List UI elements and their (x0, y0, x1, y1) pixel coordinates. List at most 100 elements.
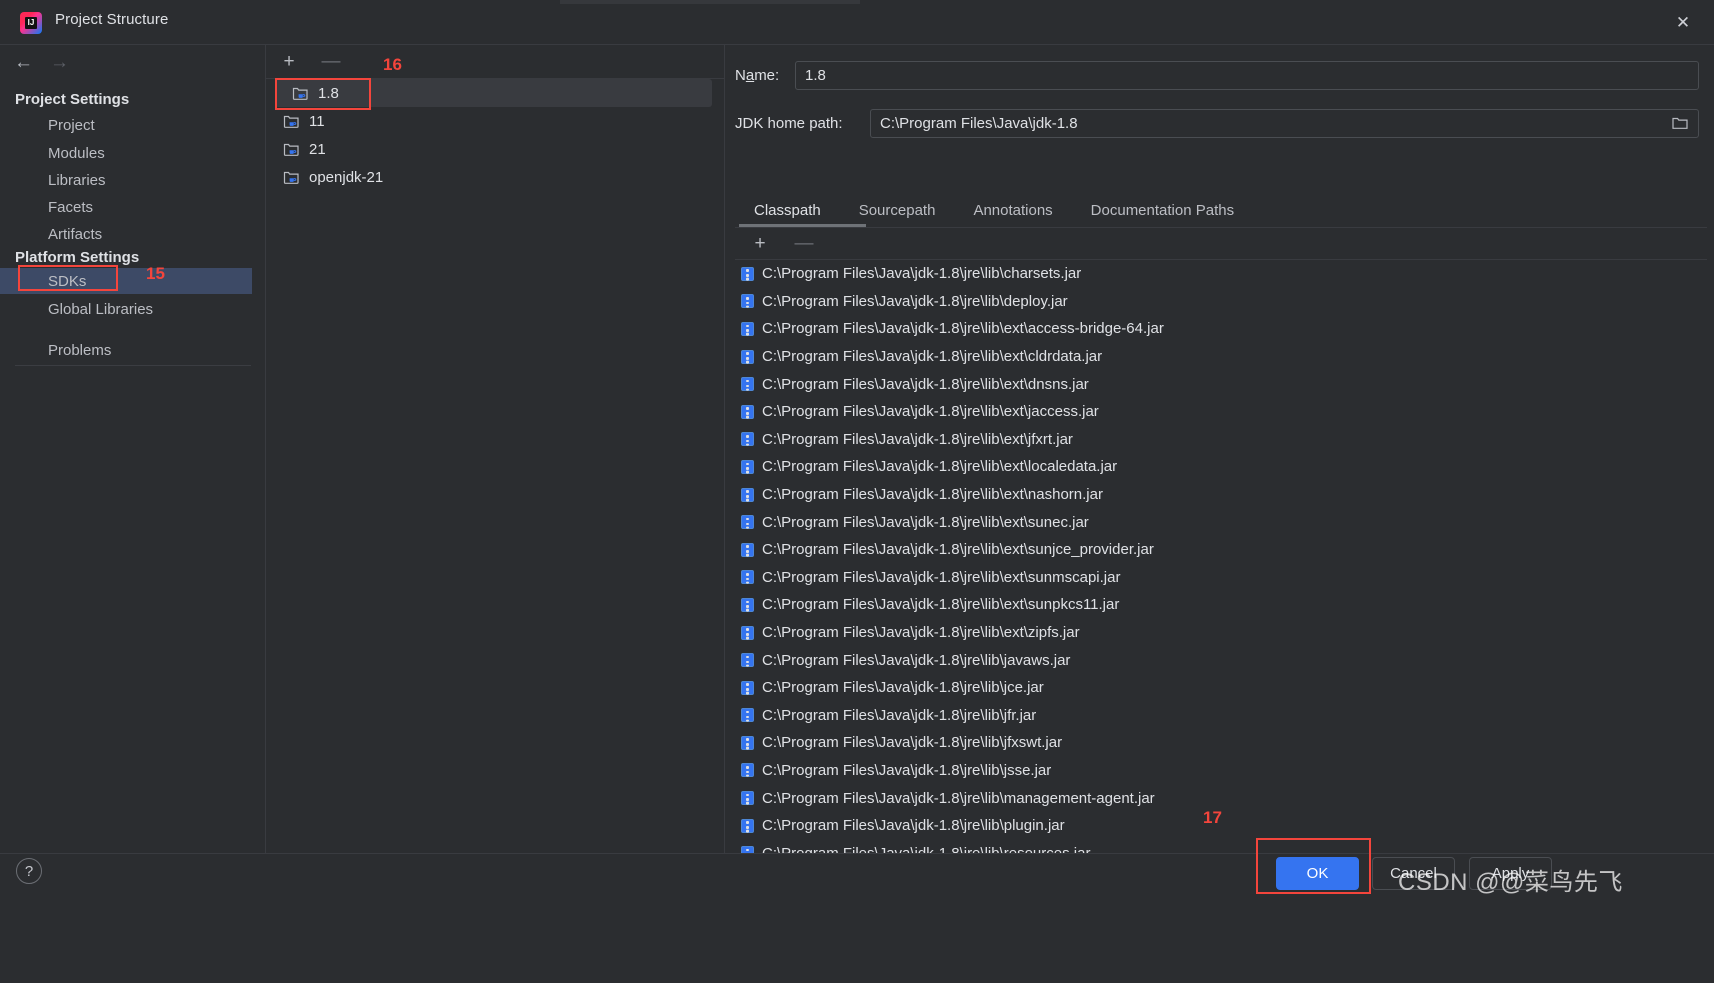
classpath-entry-path: C:\Program Files\Java\jdk-1.8\jre\lib\ex… (762, 624, 1080, 642)
sidebar-item-label: Modules (48, 144, 105, 162)
jar-file-icon (741, 542, 754, 557)
annotation-15: 15 (146, 264, 165, 283)
sdk-list-item-openjdk-21[interactable]: openjdk-21 (266, 163, 725, 191)
classpath-list[interactable]: C:\Program Files\Java\jdk-1.8\jre\lib\ch… (735, 260, 1707, 889)
classpath-entry-path: C:\Program Files\Java\jdk-1.8\jre\lib\jf… (762, 734, 1063, 752)
classpath-entry-row[interactable]: C:\Program Files\Java\jdk-1.8\jre\lib\ex… (735, 315, 1707, 343)
sdk-name: openjdk-21 (309, 168, 384, 186)
tab-sourcepath[interactable]: Sourcepath (840, 193, 955, 227)
classpath-entry-row[interactable]: C:\Program Files\Java\jdk-1.8\jre\lib\ex… (735, 481, 1707, 509)
window-top-shadow (560, 0, 860, 4)
sidebar-item-sdks[interactable]: SDKs (0, 268, 252, 294)
tab-annotations[interactable]: Annotations (954, 193, 1071, 227)
watermark: CSDN @@菜鸟先飞 (1398, 869, 1623, 896)
sdk-list: 1.8 11 21 openjdk-21 (266, 79, 725, 191)
tab-documentation-paths[interactable]: Documentation Paths (1072, 193, 1253, 227)
close-icon[interactable]: ✕ (1662, 7, 1704, 37)
jar-file-icon (741, 597, 754, 612)
sdk-list-item-21[interactable]: 21 (266, 135, 725, 163)
classpath-entry-row[interactable]: C:\Program Files\Java\jdk-1.8\jre\lib\jf… (735, 729, 1707, 757)
sidebar-item-artifacts[interactable]: Artifacts (0, 221, 266, 247)
remove-classpath-entry-button[interactable]: — (791, 231, 817, 255)
jdk-folder-icon (283, 141, 300, 157)
sidebar-item-modules[interactable]: Modules (0, 140, 266, 166)
classpath-entry-path: C:\Program Files\Java\jdk-1.8\jre\lib\ex… (762, 513, 1089, 531)
remove-sdk-button[interactable]: — (318, 50, 344, 74)
name-label: Name: (735, 67, 780, 84)
classpath-entry-row[interactable]: C:\Program Files\Java\jdk-1.8\jre\lib\ex… (735, 536, 1707, 564)
classpath-entry-row[interactable]: C:\Program Files\Java\jdk-1.8\jre\lib\ex… (735, 453, 1707, 481)
classpath-entry-row[interactable]: C:\Program Files\Java\jdk-1.8\jre\lib\jf… (735, 702, 1707, 730)
classpath-entry-path: C:\Program Files\Java\jdk-1.8\jre\lib\ex… (762, 486, 1103, 504)
classpath-entry-row[interactable]: C:\Program Files\Java\jdk-1.8\jre\lib\ex… (735, 370, 1707, 398)
sidebar-item-project[interactable]: Project (0, 112, 266, 138)
help-button[interactable]: ? (16, 858, 42, 884)
classpath-entry-path: C:\Program Files\Java\jdk-1.8\jre\lib\ex… (762, 430, 1073, 448)
folder-icon[interactable] (1672, 116, 1688, 133)
classpath-entry-row[interactable]: C:\Program Files\Java\jdk-1.8\jre\lib\ja… (735, 646, 1707, 674)
navigation-arrows: ← → (14, 53, 69, 72)
tab-classpath[interactable]: Classpath (735, 193, 840, 227)
sdk-name-value: 1.8 (805, 67, 826, 84)
sidebar-item-label: SDKs (48, 272, 87, 290)
jar-file-icon (741, 432, 754, 447)
sdk-name-input[interactable]: 1.8 (795, 61, 1699, 90)
classpath-entry-row[interactable]: C:\Program Files\Java\jdk-1.8\jre\lib\ch… (735, 260, 1707, 288)
classpath-entry-path: C:\Program Files\Java\jdk-1.8\jre\lib\ex… (762, 568, 1121, 586)
sidebar-item-label: Global Libraries (48, 300, 154, 318)
arrow-left-icon[interactable]: ← (14, 53, 33, 72)
sdk-name: 11 (309, 112, 325, 130)
sdk-detail-panel: Name: 1.8 JDK home path: C:\Program File… (725, 45, 1714, 889)
classpath-entry-path: C:\Program Files\Java\jdk-1.8\jre\lib\js… (762, 761, 1052, 779)
classpath-entry-path: C:\Program Files\Java\jdk-1.8\jre\lib\ch… (762, 265, 1082, 283)
jdk-home-path-input[interactable]: C:\Program Files\Java\jdk-1.8 (870, 109, 1699, 138)
sidebar-item-facets[interactable]: Facets (0, 194, 266, 220)
classpath-entry-path: C:\Program Files\Java\jdk-1.8\jre\lib\ma… (762, 789, 1155, 807)
arrow-right-icon[interactable]: → (50, 53, 69, 72)
jdk-home-path-value: C:\Program Files\Java\jdk-1.8 (880, 115, 1078, 132)
sdk-name: 1.8 (318, 84, 339, 102)
classpath-entry-row[interactable]: C:\Program Files\Java\jdk-1.8\jre\lib\ex… (735, 508, 1707, 536)
sdk-list-item-11[interactable]: 11 (266, 107, 725, 135)
classpath-entry-row[interactable]: C:\Program Files\Java\jdk-1.8\jre\lib\ex… (735, 426, 1707, 454)
classpath-entry-path: C:\Program Files\Java\jdk-1.8\jre\lib\de… (762, 292, 1068, 310)
classpath-entry-row[interactable]: C:\Program Files\Java\jdk-1.8\jre\lib\de… (735, 288, 1707, 316)
jar-file-icon (741, 818, 754, 833)
sdk-list-toolbar: + — (266, 45, 725, 79)
classpath-entry-path: C:\Program Files\Java\jdk-1.8\jre\lib\ex… (762, 375, 1089, 393)
classpath-entry-path: C:\Program Files\Java\jdk-1.8\jre\lib\ex… (762, 541, 1154, 559)
classpath-entry-row[interactable]: C:\Program Files\Java\jdk-1.8\jre\lib\js… (735, 757, 1707, 785)
jar-file-icon (741, 459, 754, 474)
name-field-row: Name: 1.8 (735, 61, 1699, 90)
jar-file-icon (741, 680, 754, 695)
sidebar-item-problems[interactable]: Problems (0, 337, 266, 363)
classpath-entry-row[interactable]: C:\Program Files\Java\jdk-1.8\jre\lib\ex… (735, 398, 1707, 426)
sdk-list-item-1-8[interactable]: 1.8 (275, 79, 712, 107)
classpath-entry-path: C:\Program Files\Java\jdk-1.8\jre\lib\ja… (762, 651, 1071, 669)
jdk-folder-icon (283, 113, 300, 129)
group-title-project-settings: Project Settings (15, 91, 130, 108)
sdk-list-panel: + — 1.8 11 21 openjdk-21 (266, 45, 725, 853)
jdk-folder-icon (292, 85, 309, 101)
sidebar-item-label: Problems (48, 341, 112, 359)
jar-file-icon (741, 377, 754, 392)
classpath-entry-row[interactable]: C:\Program Files\Java\jdk-1.8\jre\lib\ex… (735, 591, 1707, 619)
jar-file-icon (741, 708, 754, 723)
title-bar: IJ Project Structure ✕ (0, 0, 1714, 45)
jar-file-icon (741, 404, 754, 419)
classpath-entry-row[interactable]: C:\Program Files\Java\jdk-1.8\jre\lib\jc… (735, 674, 1707, 702)
classpath-entry-row[interactable]: C:\Program Files\Java\jdk-1.8\jre\lib\ex… (735, 564, 1707, 592)
annotation-17: 17 (1203, 808, 1222, 827)
jar-file-icon (741, 570, 754, 585)
sidebar-item-label: Artifacts (48, 225, 103, 243)
jar-file-icon (741, 294, 754, 309)
jar-file-icon (741, 653, 754, 668)
sidebar-item-libraries[interactable]: Libraries (0, 167, 266, 193)
jar-file-icon (741, 515, 754, 530)
add-sdk-button[interactable]: + (276, 50, 302, 74)
classpath-entry-row[interactable]: C:\Program Files\Java\jdk-1.8\jre\lib\ex… (735, 343, 1707, 371)
sidebar-item-global-libraries[interactable]: Global Libraries (0, 296, 266, 322)
ok-button[interactable]: OK (1276, 857, 1359, 890)
classpath-entry-row[interactable]: C:\Program Files\Java\jdk-1.8\jre\lib\ex… (735, 619, 1707, 647)
add-classpath-entry-button[interactable]: + (747, 231, 773, 255)
